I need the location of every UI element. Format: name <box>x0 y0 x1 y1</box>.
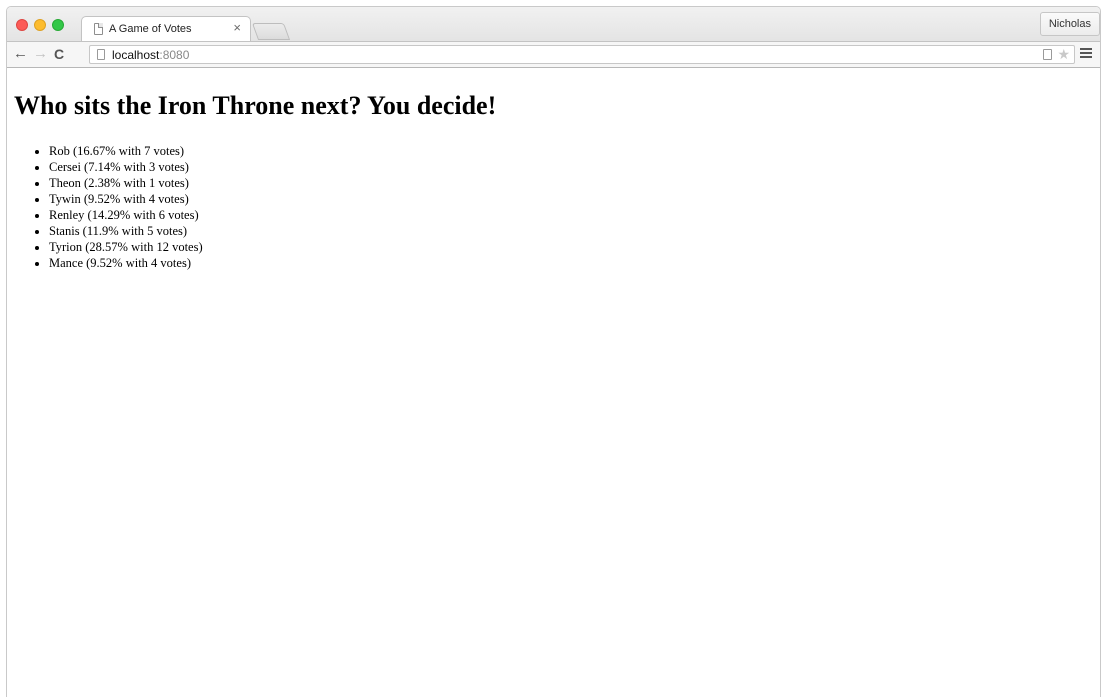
list-item: Tywin (9.52% with 4 votes) <box>49 191 203 207</box>
list-item: Stanis (11.9% with 5 votes) <box>49 223 203 239</box>
list-item: Tyrion (28.57% with 12 votes) <box>49 239 203 255</box>
list-item: Theon (2.38% with 1 votes) <box>49 175 203 191</box>
tab-a-game-of-votes[interactable]: A Game of Votes × <box>81 16 251 42</box>
close-icon[interactable]: × <box>233 20 241 35</box>
menu-icon[interactable] <box>1080 48 1092 60</box>
profile-button[interactable]: Nicholas <box>1039 12 1100 36</box>
reload-icon[interactable]: C <box>54 46 64 62</box>
address-bar[interactable]: localhost:8080 ★ <box>89 45 1075 64</box>
list-item: Mance (9.52% with 4 votes) <box>49 255 203 271</box>
browser-window: A Game of Votes × Nicholas ← → C localho… <box>6 6 1101 697</box>
candidate-list: Rob (16.67% with 7 votes) Cersei (7.14% … <box>7 143 203 271</box>
page-icon <box>94 23 103 35</box>
list-item: Cersei (7.14% with 3 votes) <box>49 159 203 175</box>
browser-toolbar: ← → C localhost:8080 ★ <box>7 41 1100 68</box>
minimize-window-button[interactable] <box>34 19 46 31</box>
list-item: Rob (16.67% with 7 votes) <box>49 143 203 159</box>
page-title: Who sits the Iron Throne next? You decid… <box>14 91 497 120</box>
url-port: :8080 <box>159 48 190 62</box>
close-window-button[interactable] <box>16 19 28 31</box>
page-content: Who sits the Iron Throne next? You decid… <box>7 69 1100 697</box>
address-url[interactable]: localhost:8080 <box>112 48 189 62</box>
document-icon[interactable] <box>1043 49 1052 60</box>
tab-strip: A Game of Votes × Nicholas <box>7 7 1100 42</box>
zoom-window-button[interactable] <box>52 19 64 31</box>
list-item: Renley (14.29% with 6 votes) <box>49 207 203 223</box>
star-icon[interactable]: ★ <box>1057 46 1070 63</box>
url-host: localhost <box>112 48 160 62</box>
forward-icon[interactable]: → <box>33 46 48 62</box>
page-icon <box>97 49 105 60</box>
new-tab-button[interactable] <box>251 23 291 40</box>
back-icon[interactable]: ← <box>13 46 28 62</box>
tab-title: A Game of Votes <box>109 23 192 35</box>
